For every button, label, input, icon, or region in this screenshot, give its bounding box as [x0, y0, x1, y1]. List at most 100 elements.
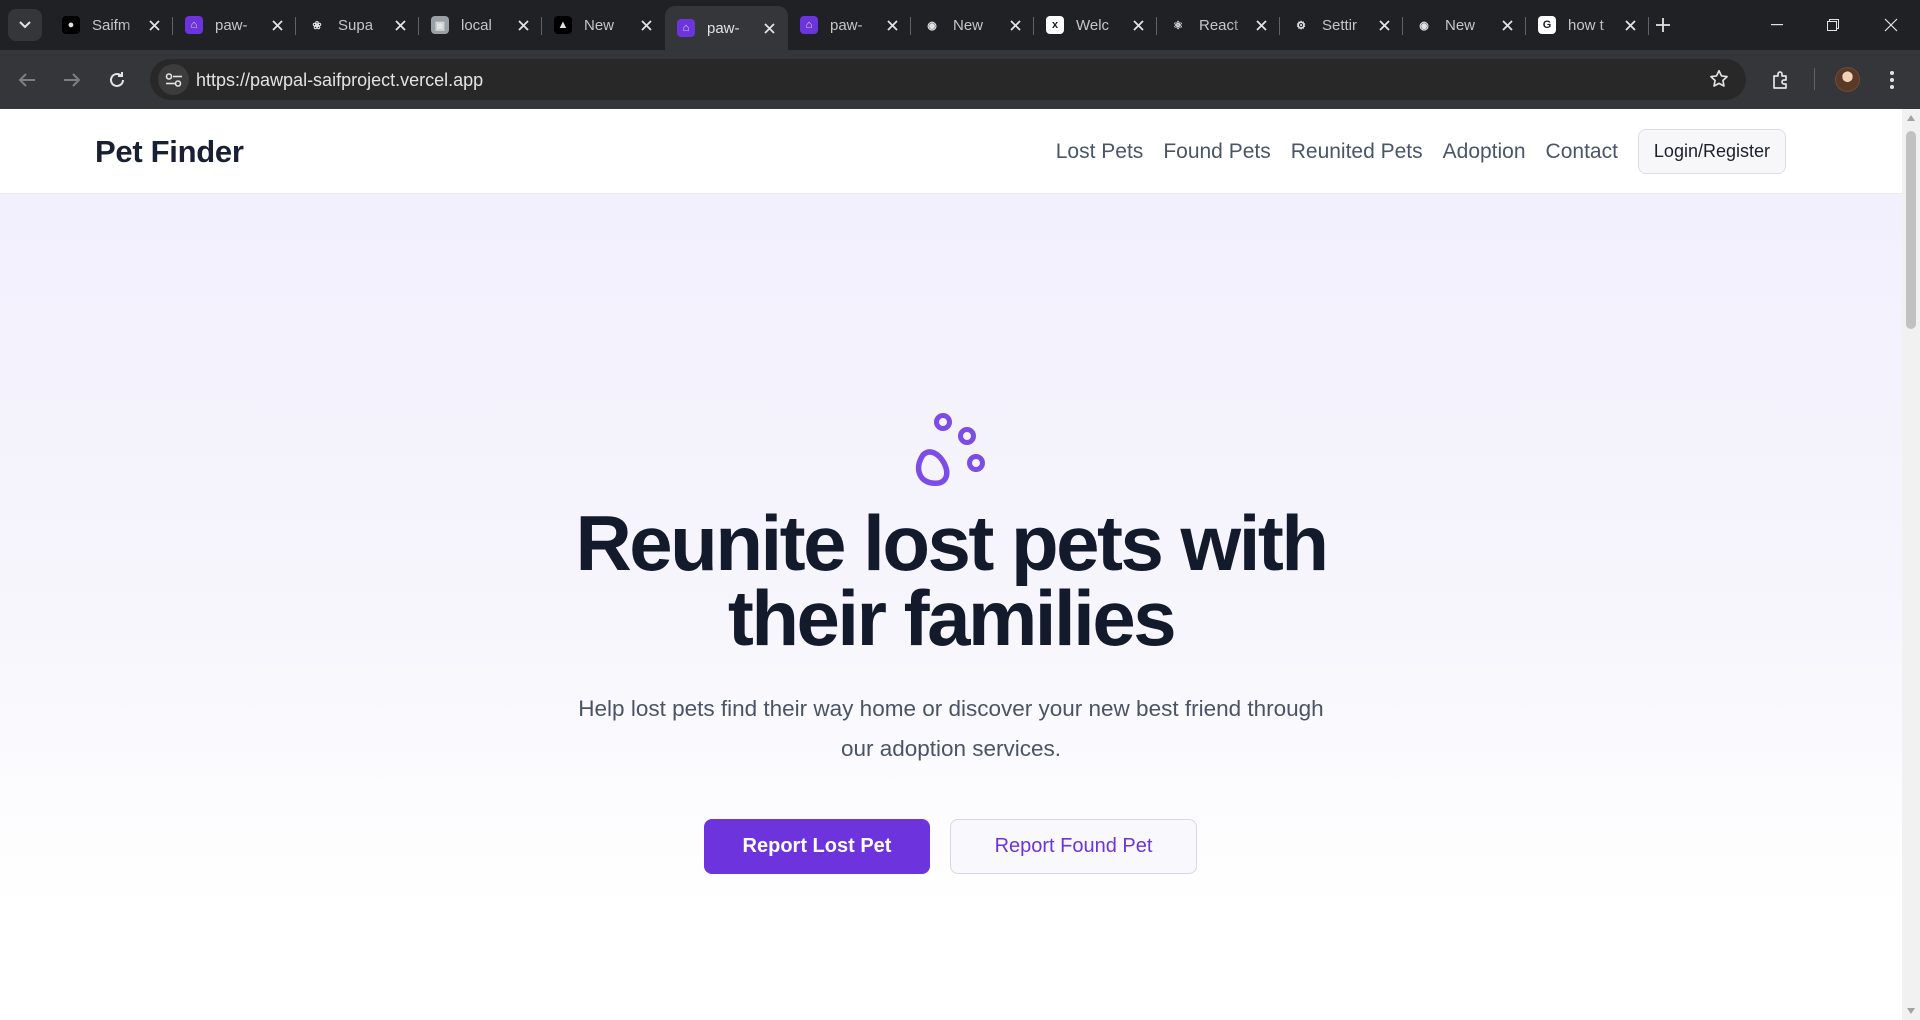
tab-close-icon[interactable] [760, 19, 778, 37]
close-window-button[interactable] [1868, 0, 1914, 50]
report-found-pet-button[interactable]: Report Found Pet [950, 819, 1197, 874]
browser-tab[interactable]: Ghow t [1526, 6, 1649, 44]
react-icon: ⚛ [1169, 16, 1187, 34]
address-bar[interactable]: https://pawpal-saifproject.vercel.app [150, 59, 1746, 100]
gear-icon: ⚙ [1292, 16, 1310, 34]
paw-icon [915, 413, 985, 486]
browser-tab[interactable]: ⚙ Settir [1280, 6, 1403, 44]
tab-title: local [461, 16, 492, 34]
profile-avatar[interactable] [1835, 67, 1860, 92]
tab-close-icon[interactable] [883, 16, 901, 34]
reload-button[interactable] [101, 64, 133, 96]
github-icon: ● [62, 16, 80, 34]
report-lost-pet-button[interactable]: Report Lost Pet [704, 819, 930, 874]
browser-toolbar: https://pawpal-saifproject.vercel.app [0, 50, 1920, 109]
restore-button[interactable] [1810, 0, 1856, 50]
tab-close-icon[interactable] [145, 16, 163, 34]
nav-lost-pets[interactable]: Lost Pets [1056, 140, 1144, 164]
tab-close-icon[interactable] [1129, 16, 1147, 34]
tab-title: Saifm [92, 16, 131, 34]
site-brand[interactable]: Pet Finder [95, 134, 244, 170]
browser-menu-button[interactable] [1876, 64, 1908, 96]
browser-tab[interactable]: ❀ Supa [296, 6, 419, 44]
extensions-button[interactable] [1765, 64, 1797, 96]
browser-tab[interactable]: ⚛ React [1157, 6, 1280, 44]
tab-title: Supa [338, 16, 374, 34]
browser-tab[interactable]: ⌂ paw- [173, 6, 296, 44]
vercel-icon: ▲ [554, 16, 572, 34]
tab-close-icon[interactable] [514, 16, 532, 34]
arrow-left-icon [18, 73, 35, 87]
chrome-icon: ◉ [923, 16, 941, 34]
xai-icon: x [1046, 16, 1064, 34]
scroll-thumb[interactable] [1906, 131, 1916, 329]
minimize-icon [1771, 24, 1783, 26]
site-header: Pet Finder Lost Pets Found Pets Reunited… [0, 109, 1902, 194]
page-scrollbar[interactable] [1902, 109, 1920, 1020]
openai-icon: ❀ [308, 16, 326, 34]
close-icon [1884, 18, 1898, 32]
tab-close-icon[interactable] [391, 16, 409, 34]
puzzle-icon [1773, 71, 1787, 89]
forward-button[interactable] [56, 64, 88, 96]
browser-tab[interactable]: ◉ New [911, 6, 1034, 44]
nav-reunited-pets[interactable]: Reunited Pets [1291, 140, 1423, 164]
tab-close-icon[interactable] [1498, 16, 1516, 34]
localhost-icon: ▣ [431, 16, 449, 34]
chevron-down-icon [19, 21, 31, 29]
main-nav: Lost Pets Found Pets Reunited Pets Adopt… [1036, 129, 1786, 174]
hero-headline-line-2: their families [727, 574, 1177, 662]
nav-contact[interactable]: Contact [1546, 140, 1618, 164]
browser-tab[interactable]: ⌂ paw- [665, 6, 788, 50]
browser-tab[interactable]: x Welc [1034, 6, 1157, 44]
nav-adoption[interactable]: Adoption [1443, 140, 1526, 164]
browser-tabstrip: ● Saifm ⌂ paw- ❀ Supa ▣ local ▲ New ⌂ paw- ⌂ paw- ◉ New… [0, 0, 1920, 50]
tab-close-icon[interactable] [1375, 16, 1393, 34]
tab-title: paw- [830, 16, 863, 34]
tab-title: New [1445, 16, 1476, 34]
browser-tab[interactable]: ● Saifm [50, 6, 173, 44]
tab-close-icon[interactable] [637, 16, 655, 34]
pawpal-favicon: ⌂ [677, 19, 695, 37]
tab-title: React [1199, 16, 1239, 34]
tab-title: Welc [1076, 16, 1110, 34]
scroll-down-arrow[interactable] [1907, 1008, 1915, 1014]
tab-title: New [953, 16, 984, 34]
scroll-up-arrow[interactable] [1907, 115, 1915, 121]
browser-tab[interactable]: ◉ New [1403, 6, 1526, 44]
bookmark-star-button[interactable] [1708, 68, 1730, 95]
tab-title: paw- [215, 16, 248, 34]
tab-close-icon[interactable] [268, 16, 286, 34]
nav-found-pets[interactable]: Found Pets [1163, 140, 1270, 164]
arrow-right-icon [64, 73, 81, 87]
toolbar-divider [1814, 68, 1815, 90]
minimize-button[interactable] [1754, 0, 1800, 50]
site-info-button[interactable] [158, 64, 189, 95]
tab-search-button[interactable] [8, 9, 42, 41]
tune-icon [165, 72, 182, 87]
tab-close-icon[interactable] [1252, 16, 1270, 34]
url-text[interactable]: https://pawpal-saifproject.vercel.app [196, 70, 483, 91]
tab-title: how t [1568, 16, 1604, 34]
plus-icon [1656, 18, 1670, 32]
new-tab-button[interactable] [1648, 10, 1678, 40]
chrome-icon: ◉ [1415, 16, 1433, 34]
hero-section: Reunite lost pets with their families He… [0, 194, 1902, 909]
browser-tab[interactable]: ⌂ paw- [788, 6, 911, 44]
hero-headline: Reunite lost pets with their families [0, 504, 1902, 657]
tab-close-icon[interactable] [1006, 16, 1024, 34]
pawpal-favicon: ⌂ [185, 16, 203, 34]
restore-icon [1827, 19, 1839, 31]
reload-icon [110, 72, 124, 87]
tab-title: Settir [1322, 16, 1358, 34]
browser-tab[interactable]: ▣ local [419, 6, 542, 44]
login-register-button[interactable]: Login/Register [1637, 129, 1786, 174]
back-button[interactable] [11, 64, 43, 96]
tab-title: New [584, 16, 615, 34]
google-icon: G [1538, 16, 1556, 34]
kebab-menu-icon [1890, 71, 1894, 89]
tab-title: paw- [707, 19, 740, 37]
tab-close-icon[interactable] [1621, 16, 1639, 34]
star-icon [1710, 69, 1728, 87]
browser-tab[interactable]: ▲ New [542, 6, 665, 44]
